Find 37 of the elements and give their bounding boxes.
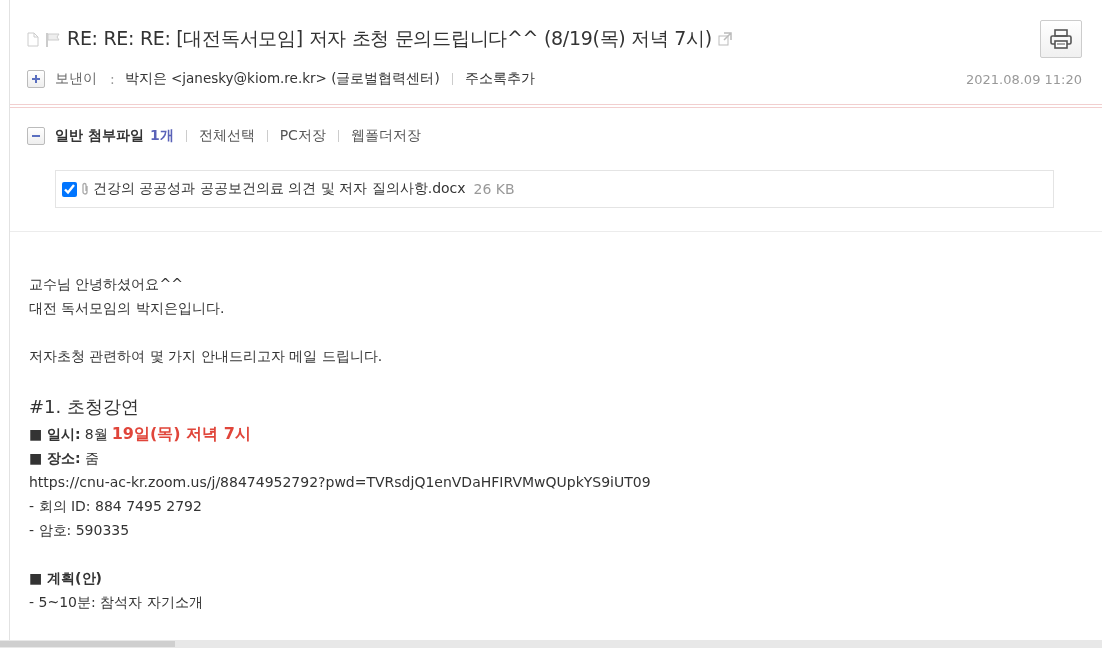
highlighted-value: 19일(목) 저녁 7시 xyxy=(111,424,251,443)
attachment-count: 1개 xyxy=(149,127,174,145)
add-contact-link[interactable]: 주소록추가 xyxy=(464,70,535,88)
body-text: - 5~10분: 참석자 자기소개 xyxy=(29,593,204,612)
colon-separator: : xyxy=(110,71,115,87)
attachments-title: 일반 첨부파일 xyxy=(55,127,144,145)
file-size: 26 KB xyxy=(473,181,515,197)
print-button[interactable] xyxy=(1040,20,1082,58)
item-label: ■ 장소: xyxy=(29,450,81,466)
item-label: ■ 일시: xyxy=(29,426,81,442)
printer-icon xyxy=(1049,28,1073,50)
paperclip-icon xyxy=(81,182,89,196)
item-value: 8월 xyxy=(84,426,108,442)
expand-button[interactable] xyxy=(27,70,45,88)
sender-address[interactable]: 박지은 <janesky@kiom.re.kr> (글로벌협력센터) xyxy=(124,70,440,88)
item-label: ■ 계획(안) xyxy=(29,570,102,586)
file-checkbox[interactable] xyxy=(62,181,77,197)
section-heading: #1. 초청강연 xyxy=(29,395,140,419)
body-text: - 회의 ID: 884 7495 2792 xyxy=(29,497,203,516)
mail-subject: RE: RE: RE: [대전독서모임] 저자 초청 문의드립니다^^ (8/19(목) 저녁 7시) xyxy=(67,26,712,51)
item-value: 줌 xyxy=(84,450,99,466)
attachment-action-link[interactable]: 웹폴더저장 xyxy=(350,127,421,145)
collapse-button[interactable] xyxy=(27,127,45,145)
body-text: 대전 독서모임의 박지은입니다. xyxy=(29,299,226,318)
file-name-link[interactable]: 건강의 공공성과 공공보건의료 의견 및 저자 질의사항.docx xyxy=(93,180,466,198)
body-text: - 암호: 590335 xyxy=(29,521,131,540)
plus-icon xyxy=(31,74,41,84)
scrollbar-thumb[interactable] xyxy=(0,641,175,647)
horizontal-scrollbar[interactable] xyxy=(0,640,1102,648)
body-text: https://cnu-ac-kr.zoom.us/j/88474952792?pwd=TVRsdjQ1enVDaHFIRVMwQUpkYS9iUT09 xyxy=(29,473,652,492)
attachment-action-link[interactable]: 전체선택 xyxy=(198,127,255,145)
body-text: 저자초청 관련하여 몇 가지 안내드리고자 메일 드립니다. xyxy=(29,347,384,366)
attachment-action-link[interactable]: PC저장 xyxy=(279,127,326,145)
sent-date: 2021.08.09 11:20 xyxy=(965,71,1082,87)
body-text: 교수님 안녕하셨어요^^ xyxy=(29,275,184,294)
document-icon xyxy=(27,31,39,47)
sender-label: 보낸이 xyxy=(55,70,98,88)
